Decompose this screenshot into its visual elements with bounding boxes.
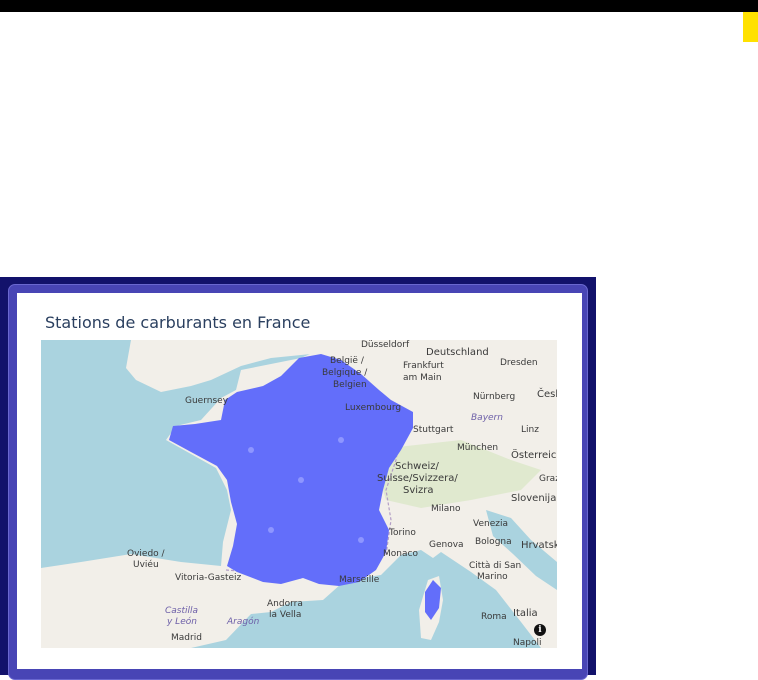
label-vitoria-gasteiz: Vitoria-Gasteiz <box>175 573 242 583</box>
label-torino: Torino <box>388 528 416 538</box>
label-aragon: Aragón <box>226 616 260 627</box>
label-osterreich: Österreich <box>511 448 557 461</box>
label-munchen: München <box>457 443 498 453</box>
label-graz: Graz <box>539 474 557 484</box>
label-slovenija: Slovenija <box>511 493 556 504</box>
label-uvieu: Uviéu <box>133 559 159 570</box>
map-title: Stations de carburants en France <box>45 313 311 332</box>
label-belgie: België / <box>330 356 365 366</box>
label-dresden: Dresden <box>500 358 538 368</box>
label-milano: Milano <box>431 504 461 514</box>
label-am-main: am Main <box>403 373 442 383</box>
label-napoli: Napoli <box>513 638 541 648</box>
label-hrvatska: Hrvatska <box>521 540 557 551</box>
label-stuttgart: Stuttgart <box>413 425 454 435</box>
station-marker[interactable] <box>268 527 274 533</box>
label-madrid: Madrid <box>171 633 202 643</box>
label-andorra: Andorra <box>267 599 303 609</box>
label-frankfurt: Frankfurt <box>403 361 444 371</box>
label-suisse-svizzera: Suisse/Svizzera/ <box>377 473 458 484</box>
map-canvas[interactable]: Düsseldorf Deutschland België / Belgique… <box>41 340 557 648</box>
label-cesko: Česko <box>537 387 557 400</box>
label-la-vella: la Vella <box>269 610 301 620</box>
station-marker[interactable] <box>358 537 364 543</box>
label-roma: Roma <box>481 612 507 622</box>
info-icon[interactable]: i <box>534 624 546 636</box>
label-schweiz: Schweiz/ <box>395 461 440 472</box>
label-belgien: Belgien <box>333 380 367 390</box>
top-bar <box>0 0 758 12</box>
panel-frame: Stations de carburants en France Düsseld… <box>8 284 588 680</box>
label-venezia: Venezia <box>473 519 508 529</box>
label-bayern: Bayern <box>471 413 503 423</box>
label-italia: Italia <box>513 608 538 619</box>
label-monaco: Monaco <box>383 549 418 559</box>
label-bologna: Bologna <box>475 537 512 547</box>
label-svizra: Svizra <box>403 485 434 496</box>
label-citta-di-san: Città di San <box>469 561 521 571</box>
label-belgique: Belgique / <box>322 368 368 378</box>
dashboard-panel: Stations de carburants en France Düsseld… <box>0 277 596 680</box>
label-marino: Marino <box>477 572 508 582</box>
station-marker[interactable] <box>338 437 344 443</box>
label-marseille: Marseille <box>339 575 380 585</box>
label-oviedo: Oviedo / <box>127 549 166 559</box>
map-view[interactable]: Düsseldorf Deutschland België / Belgique… <box>41 340 557 648</box>
label-nurnberg: Nürnberg <box>473 392 515 402</box>
label-dusseldorf: Düsseldorf <box>361 340 410 350</box>
label-y-leon: y León <box>166 616 197 627</box>
label-deutschland: Deutschland <box>426 347 489 358</box>
label-castilla: Castilla <box>165 606 198 616</box>
station-marker[interactable] <box>298 477 304 483</box>
map-card: Stations de carburants en France Düsseld… <box>17 293 582 669</box>
label-luxembourg: Luxembourg <box>345 403 401 413</box>
label-genova: Genova <box>429 540 464 550</box>
label-guernsey: Guernsey <box>185 396 229 406</box>
yellow-tab[interactable] <box>743 12 758 42</box>
station-marker[interactable] <box>248 447 254 453</box>
label-linz: Linz <box>521 425 539 435</box>
